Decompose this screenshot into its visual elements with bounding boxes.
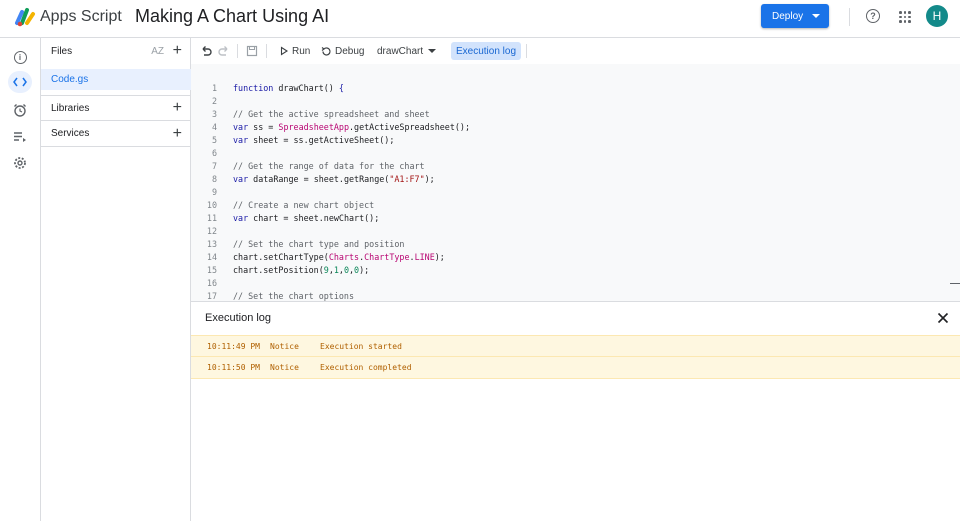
app-name[interactable]: Apps Script: [40, 8, 122, 26]
left-rail: i: [0, 38, 41, 521]
function-select[interactable]: drawChart: [377, 43, 437, 59]
execution-log-button[interactable]: Execution log: [451, 42, 521, 60]
execution-log-panel: Execution log 10:11:49 PM Notice Executi…: [191, 301, 960, 521]
debug-icon: [321, 46, 331, 56]
add-library-icon[interactable]: +: [173, 100, 182, 116]
editor-toolbar: Run Debug drawChart Execution log: [191, 38, 960, 64]
editor-button[interactable]: [8, 71, 32, 93]
play-icon: [280, 46, 289, 56]
code-icon: [13, 77, 27, 87]
services-label: Services: [51, 128, 90, 139]
help-icon[interactable]: ?: [866, 9, 880, 23]
log-time: 10:11:49 PM: [207, 342, 260, 351]
alarm-clock-icon: [14, 104, 26, 117]
log-entry: 10:11:50 PM Notice Execution completed: [191, 357, 960, 379]
settings-button[interactable]: [8, 152, 32, 174]
log-message: Execution started: [320, 342, 402, 351]
files-panel: Files AZ + Code.gs Libraries + Services …: [41, 38, 191, 521]
libraries-label: Libraries: [51, 102, 90, 114]
log-time: 10:11:50 PM: [207, 363, 260, 372]
libraries-row[interactable]: Libraries +: [41, 95, 191, 121]
project-title[interactable]: Making A Chart Using AI: [135, 6, 329, 27]
overview-button[interactable]: i: [8, 46, 32, 68]
function-name: drawChart: [377, 45, 424, 57]
deploy-button[interactable]: Deploy: [761, 4, 829, 28]
log-level: Notice: [270, 342, 299, 351]
executions-button[interactable]: [8, 126, 32, 148]
file-item-code-gs[interactable]: Code.gs: [41, 69, 191, 90]
log-level: Notice: [270, 363, 299, 372]
debug-button[interactable]: Debug: [321, 43, 364, 59]
toolbar-divider: [237, 44, 238, 58]
close-icon[interactable]: [936, 311, 950, 325]
run-label: Run: [292, 45, 311, 57]
log-message: Execution completed: [320, 363, 412, 372]
execution-log-title: Execution log: [205, 312, 272, 324]
debug-label: Debug: [335, 45, 365, 57]
apps-script-logo[interactable]: [14, 6, 36, 28]
scrollbar-marker[interactable]: [950, 283, 960, 284]
executions-icon: [14, 132, 26, 142]
gear-icon: [14, 157, 26, 169]
info-icon: i: [13, 50, 27, 64]
execution-log-label: Execution log: [455, 45, 517, 57]
toolbar-divider: [266, 44, 267, 58]
files-label: Files: [51, 45, 73, 57]
undo-icon[interactable]: [200, 43, 212, 59]
caret-down-icon: [428, 49, 437, 53]
run-button[interactable]: Run: [280, 43, 310, 59]
add-file-icon[interactable]: +: [173, 43, 182, 59]
caret-down-icon: [812, 14, 820, 18]
top-bar: Apps Script Making A Chart Using AI Depl…: [0, 0, 960, 38]
redo-icon[interactable]: [218, 43, 230, 59]
save-icon[interactable]: [246, 43, 258, 59]
log-entry: 10:11:49 PM Notice Execution started: [191, 335, 960, 357]
add-service-icon[interactable]: +: [173, 125, 182, 142]
header-divider: [849, 8, 850, 26]
deploy-button-label: Deploy: [772, 10, 804, 22]
avatar[interactable]: H: [926, 5, 948, 27]
google-apps-icon[interactable]: [899, 11, 911, 23]
triggers-button[interactable]: [8, 99, 32, 121]
files-header: Files AZ +: [41, 38, 191, 64]
sort-files-icon[interactable]: AZ: [151, 46, 164, 57]
services-row[interactable]: Services +: [41, 121, 191, 147]
code-editor[interactable]: 1 function drawChart() { 2 3// Get the ac…: [191, 64, 960, 301]
file-name: Code.gs: [51, 74, 89, 85]
toolbar-divider: [526, 44, 527, 58]
